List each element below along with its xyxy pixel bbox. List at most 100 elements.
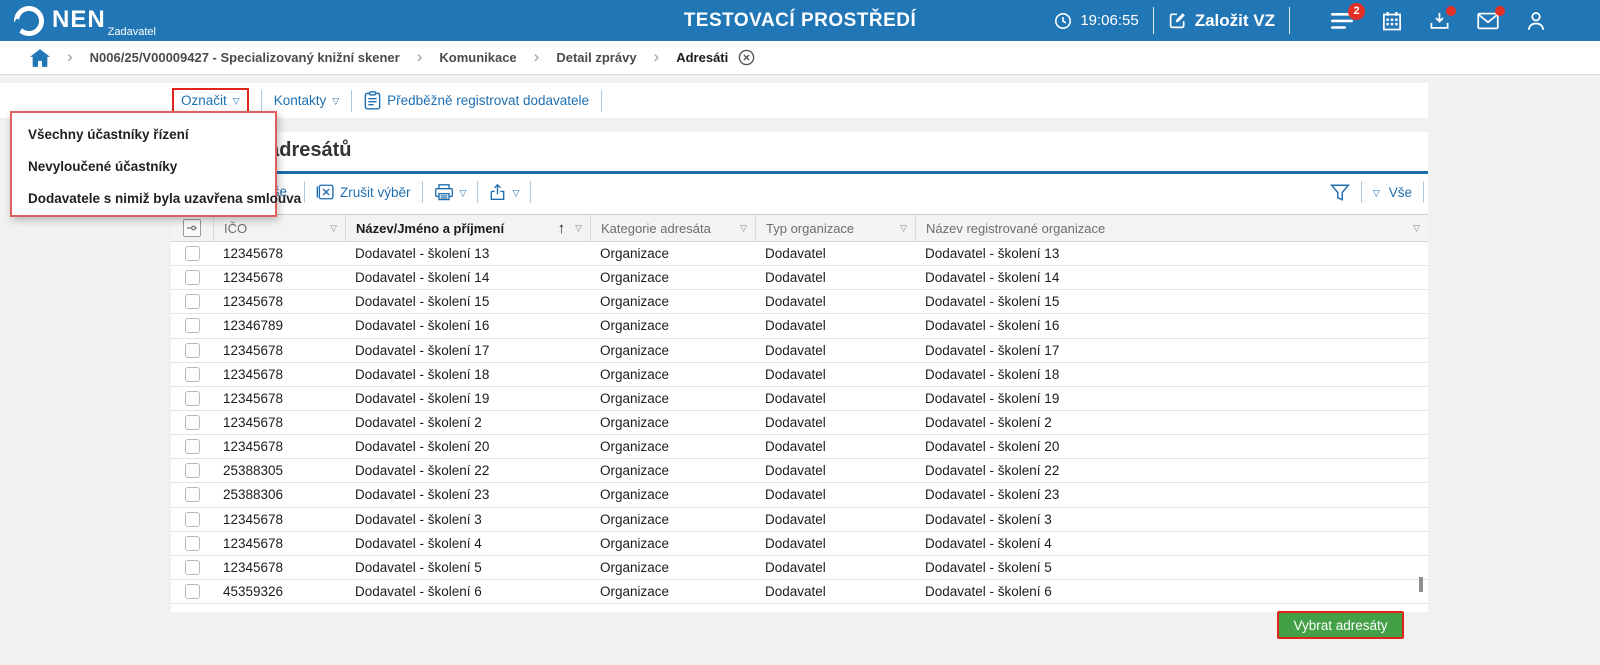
row-checkbox[interactable] [185, 560, 200, 575]
row-checkbox[interactable] [185, 294, 200, 309]
row-checkbox[interactable] [185, 463, 200, 478]
table-row[interactable]: 12345678 Dodavatel - školení 15 Organiza… [171, 290, 1428, 314]
table-row[interactable]: 12345678 Dodavatel - školení 20 Organiza… [171, 435, 1428, 459]
create-vz-label: Založit VZ [1195, 11, 1275, 31]
dropdown-item[interactable]: Všechny účastníky řízení [12, 119, 275, 151]
table-row[interactable]: 12345678 Dodavatel - školení 13 Organiza… [171, 242, 1428, 266]
table-row[interactable]: 12345678 Dodavatel - školení 5 Organizac… [171, 556, 1428, 580]
cell-org-type: Dodavatel [755, 487, 915, 502]
filter-icon[interactable]: ▽ [900, 223, 907, 234]
row-checkbox[interactable] [185, 318, 200, 333]
filter-icon[interactable]: ▽ [740, 223, 747, 234]
main-menu-button[interactable]: 2 [1331, 11, 1355, 31]
print-button[interactable]: ▽ [434, 183, 467, 201]
chevron-down-icon: ▽ [332, 96, 339, 107]
filter-funnel-icon[interactable] [1330, 183, 1350, 202]
dropdown-item[interactable]: Dodavatele s nimiž byla uzavřena smlouva [12, 183, 275, 215]
create-vz-button[interactable]: Založit VZ [1168, 11, 1275, 31]
column-header-org-type[interactable]: Typ organizace ▽ [755, 215, 915, 241]
table-row[interactable]: 12345678 Dodavatel - školení 4 Organizac… [171, 532, 1428, 556]
row-checkbox[interactable] [185, 391, 200, 406]
cell-org-type: Dodavatel [755, 391, 915, 406]
cell-registered-org: Dodavatel - školení 6 [915, 584, 1428, 599]
chevron-down-icon: ▽ [460, 188, 467, 199]
vertical-scrollbar-thumb[interactable] [1419, 577, 1423, 592]
column-header-category[interactable]: Kategorie adresáta ▽ [590, 215, 755, 241]
row-checkbox[interactable] [185, 343, 200, 358]
nen-logo-icon [14, 6, 44, 36]
close-page-icon[interactable] [738, 49, 755, 66]
table-row[interactable]: 12345678 Dodavatel - školení 14 Organiza… [171, 266, 1428, 290]
filter-icon[interactable]: ▽ [1413, 223, 1420, 234]
column-config-icon[interactable] [183, 219, 201, 237]
table-row[interactable]: 12345678 Dodavatel - školení 19 Organiza… [171, 387, 1428, 411]
cell-registered-org: Dodavatel - školení 4 [915, 536, 1428, 551]
table-row[interactable]: 12345678 Dodavatel - školení 17 Organiza… [171, 339, 1428, 363]
calendar-button[interactable] [1382, 11, 1402, 31]
cell-name: Dodavatel - školení 14 [345, 270, 590, 285]
cell-category: Organizace [590, 294, 755, 309]
cell-ico: 12346789 [213, 318, 345, 333]
table-row[interactable]: 25388305 Dodavatel - školení 22 Organiza… [171, 459, 1428, 483]
row-checkbox[interactable] [185, 584, 200, 599]
cell-registered-org: Dodavatel - školení 23 [915, 487, 1428, 502]
cell-registered-org: Dodavatel - školení 2 [915, 415, 1428, 430]
cell-name: Dodavatel - školení 23 [345, 487, 590, 502]
row-checkbox[interactable] [185, 270, 200, 285]
row-checkbox[interactable] [185, 512, 200, 527]
oznacit-dropdown-button[interactable]: Označit ▽ [172, 88, 249, 113]
table-row[interactable]: 45359326 Dodavatel - školení 6 Organizac… [171, 580, 1428, 604]
filter-icon[interactable]: ▽ [330, 223, 337, 234]
cell-ico: 12345678 [213, 367, 345, 382]
grid-toolbar: Vybrat vše Zrušit výběr [171, 178, 1428, 206]
user-profile-button[interactable] [1526, 11, 1546, 31]
row-checkbox[interactable] [185, 246, 200, 261]
printer-icon [434, 183, 454, 201]
row-checkbox[interactable] [185, 439, 200, 454]
cell-registered-org: Dodavatel - školení 15 [915, 294, 1428, 309]
inbox-button[interactable] [1429, 11, 1450, 31]
cell-name: Dodavatel - školení 19 [345, 391, 590, 406]
kontakty-dropdown-button[interactable]: Kontakty ▽ [274, 93, 339, 108]
cell-category: Organizace [590, 415, 755, 430]
cell-registered-org: Dodavatel - školení 20 [915, 439, 1428, 454]
nen-logo[interactable]: NEN Zadavatel [14, 5, 156, 36]
filter-all-button[interactable]: Vše [1389, 185, 1412, 200]
messages-button[interactable] [1477, 11, 1499, 31]
oznacit-label: Označit [181, 93, 227, 108]
row-checkbox[interactable] [185, 415, 200, 430]
clear-selection-button[interactable]: Zrušit výběr [316, 183, 411, 201]
clock-icon [1054, 12, 1072, 30]
cell-ico: 12345678 [213, 294, 345, 309]
select-addressees-button[interactable]: Vybrat adresáty [1277, 611, 1404, 639]
breadcrumb-chevron: › [534, 48, 540, 65]
table-row[interactable]: 12346789 Dodavatel - školení 16 Organiza… [171, 314, 1428, 338]
row-checkbox[interactable] [185, 367, 200, 382]
column-header-name[interactable]: Název/Jméno a příjmení ↑ ▽ [345, 215, 590, 241]
breadcrumb-item-komunikace[interactable]: Komunikace [439, 50, 516, 65]
dropdown-item[interactable]: Nevyloučené účastníky [12, 151, 275, 183]
table-row[interactable]: 12345678 Dodavatel - školení 2 Organizac… [171, 411, 1428, 435]
breadcrumb-item-vz[interactable]: N006/25/V00009427 - Specializovaný knižn… [90, 50, 400, 65]
topbar-divider [1289, 7, 1290, 34]
row-checkbox[interactable] [185, 487, 200, 502]
breadcrumb-chevron: › [67, 48, 73, 65]
export-button[interactable]: ▽ [489, 183, 519, 201]
breadcrumb: › N006/25/V00009427 - Specializovaný kni… [0, 41, 1600, 75]
breadcrumb-item-detail-zpravy[interactable]: Detail zprávy [556, 50, 636, 65]
filter-icon[interactable]: ▽ [575, 223, 582, 234]
chevron-down-icon[interactable]: ▽ [1373, 188, 1380, 199]
sort-asc-icon[interactable]: ↑ [558, 220, 566, 237]
user-icon [1526, 11, 1546, 31]
column-header-ico[interactable]: IČO ▽ [213, 215, 345, 241]
home-icon[interactable] [30, 49, 50, 67]
table-row[interactable]: 12345678 Dodavatel - školení 3 Organizac… [171, 508, 1428, 532]
table-row[interactable]: 12345678 Dodavatel - školení 18 Organiza… [171, 363, 1428, 387]
cell-ico: 12345678 [213, 512, 345, 527]
column-header-registered-org[interactable]: Název registrované organizace ▽ [915, 215, 1428, 241]
row-checkbox[interactable] [185, 536, 200, 551]
table-row[interactable]: 25388306 Dodavatel - školení 23 Organiza… [171, 483, 1428, 507]
preregister-supplier-button[interactable]: Předběžně registrovat dodavatele [364, 91, 589, 110]
cell-org-type: Dodavatel [755, 367, 915, 382]
menu-notification-badge: 2 [1348, 3, 1365, 20]
